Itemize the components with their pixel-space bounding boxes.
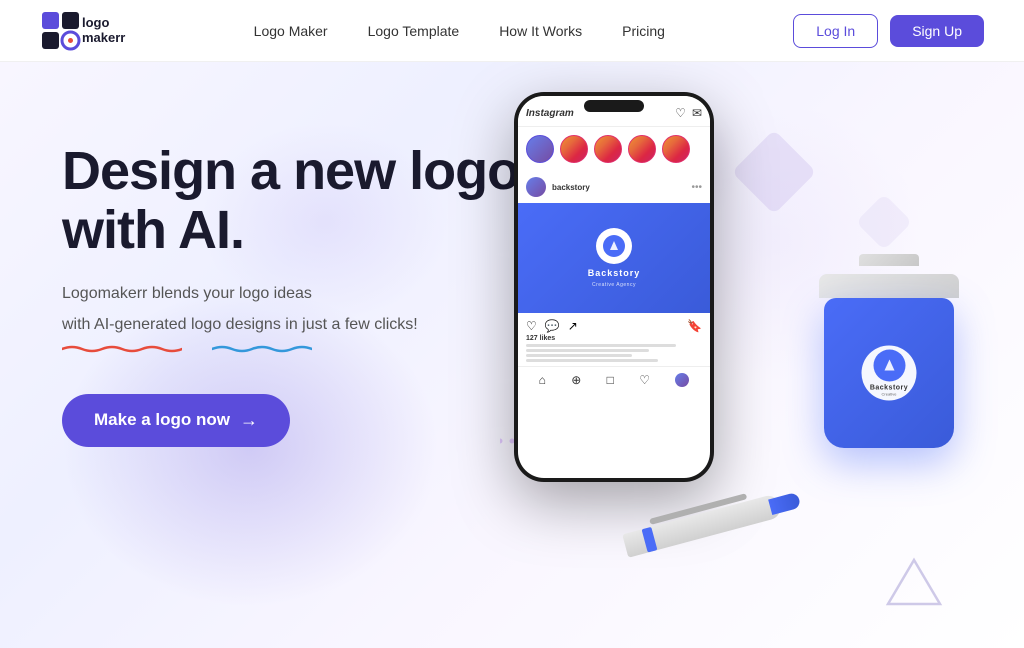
logo[interactable]: logo makerr xyxy=(40,10,125,52)
share-icon: ↗ xyxy=(568,319,578,333)
post-brand-sub: Creative Agency xyxy=(592,282,636,288)
signup-button[interactable]: Sign Up xyxy=(890,15,984,47)
logo-text-top: logo xyxy=(82,16,125,30)
hero-section: Design a new logo with AI. Logomakerr bl… xyxy=(0,62,1024,648)
phone-mockup: Instagram ♡✉ backstory • xyxy=(514,92,714,482)
post-caption xyxy=(518,344,710,366)
nav-link-how-it-works[interactable]: How It Works xyxy=(499,23,582,39)
marker-clip xyxy=(649,493,747,525)
marker-band xyxy=(642,527,658,553)
comment-icon: 💬 xyxy=(545,319,560,333)
nav-link-pricing[interactable]: Pricing xyxy=(622,23,665,39)
cup-brand-sub: Creative xyxy=(882,392,897,397)
nav-links: Logo Maker Logo Template How It Works Pr… xyxy=(254,23,665,39)
add-icon: □ xyxy=(607,373,614,387)
coffee-cup: Backstory Creative xyxy=(814,262,964,452)
cup-brand-name: Backstory xyxy=(870,385,908,392)
home-icon: ⌂ xyxy=(539,373,546,387)
marker-tip xyxy=(768,492,801,515)
phone-post-header: backstory ••• xyxy=(518,171,710,203)
logo-text-bottom: makerr xyxy=(82,31,125,45)
phone-post-image: Backstory Creative Agency xyxy=(518,203,710,313)
save-icon: 🔖 xyxy=(687,319,702,333)
triangle-outline xyxy=(884,556,944,608)
like-icon: ♡ xyxy=(526,319,537,333)
cta-label: Make a logo now xyxy=(94,410,230,430)
wavy-red xyxy=(62,344,182,354)
search-icon: ⊕ xyxy=(571,373,581,387)
phone-notch xyxy=(584,100,644,112)
heart-icon: ♡ xyxy=(639,373,650,387)
cta-arrow-icon: → xyxy=(240,410,258,431)
story-5 xyxy=(662,135,690,163)
cup-logo-inner xyxy=(873,350,905,382)
post-username: backstory xyxy=(552,183,590,192)
post-brand-name: Backstory xyxy=(588,268,641,278)
cup-lid xyxy=(819,274,959,298)
phone-stories xyxy=(518,127,710,171)
post-avatar xyxy=(526,177,546,197)
navbar: logo makerr Logo Maker Logo Template How… xyxy=(0,0,1024,62)
profile-icon xyxy=(675,373,689,387)
nav-actions: Log In Sign Up xyxy=(793,14,984,48)
cta-button[interactable]: Make a logo now → xyxy=(62,394,290,447)
marker-body xyxy=(622,493,783,558)
post-logo-circle xyxy=(596,228,632,264)
nav-link-logo-maker[interactable]: Logo Maker xyxy=(254,23,328,39)
story-2 xyxy=(560,135,588,163)
cup-lid-top xyxy=(859,254,919,266)
phone-bottom-nav: ⌂ ⊕ □ ♡ xyxy=(518,366,710,393)
logo-icon xyxy=(40,10,82,52)
post-logo-inner xyxy=(603,235,625,257)
story-3 xyxy=(594,135,622,163)
story-1 xyxy=(526,135,554,163)
post-likes: 127 likes xyxy=(518,335,710,344)
hero-title: Design a new logo with AI. xyxy=(62,142,519,261)
story-4 xyxy=(628,135,656,163)
nav-link-logo-template[interactable]: Logo Template xyxy=(368,23,460,39)
marker-pen xyxy=(622,483,826,573)
wavy-blue xyxy=(212,344,312,354)
phone-post-actions: ♡ 💬 ↗ 🔖 xyxy=(518,313,710,335)
login-button[interactable]: Log In xyxy=(793,14,878,48)
hero-subtitle: Logomakerr blends your logo ideas with A… xyxy=(62,281,519,354)
cup-logo-area: Backstory Creative xyxy=(862,346,917,401)
cup-body: Backstory Creative xyxy=(824,298,954,448)
hero-content: Design a new logo with AI. Logomakerr bl… xyxy=(62,142,519,447)
